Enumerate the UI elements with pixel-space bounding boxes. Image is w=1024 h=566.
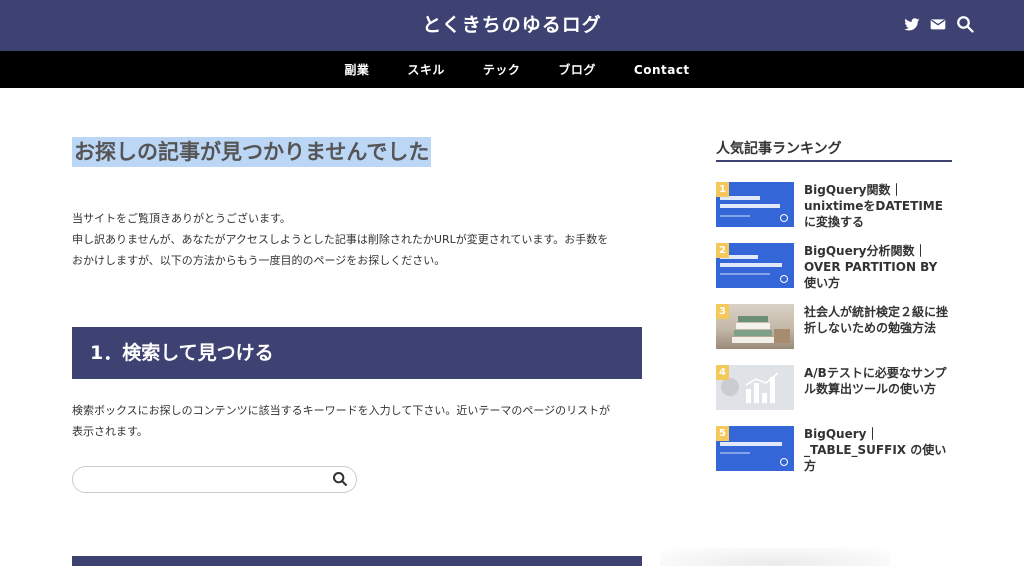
intro-text: 当サイトをご覧頂きありがとうございます。 申し訳ありませんが、あなたがアクセスし…: [72, 208, 644, 271]
main-nav: 副業 スキル テック ブログ Contact: [0, 51, 1024, 88]
nav-item-fukugyo[interactable]: 副業: [325, 61, 388, 78]
rank-badge: 4: [716, 365, 729, 380]
site-title[interactable]: とくきちのゆるログ: [0, 0, 1024, 51]
intro-line: 当サイトをご覧頂きありがとうございます。: [72, 212, 291, 225]
article-thumbnail[interactable]: 1: [716, 182, 794, 227]
page-title: お探しの記事が見つかりませんでした: [72, 137, 432, 167]
rank-badge: 2: [716, 243, 729, 258]
ranking-item-title[interactable]: BigQuery関数｜unixtimeをDATETIMEに変換する: [804, 182, 952, 230]
section-heading-search: 1．検索して見つける: [72, 327, 642, 379]
rank-badge: 3: [716, 304, 729, 319]
nav-item-contact[interactable]: Contact: [615, 63, 709, 77]
nav-item-blog[interactable]: ブログ: [539, 61, 615, 78]
search-box: [72, 466, 357, 493]
ranking-item[interactable]: 4 A/Bテストに必要なサンプル数算出ツールの使い方: [716, 365, 952, 415]
section-desc-line: 検索ボックスにお探しのコンテンツに該当するキーワードを入力して下さい。近いテーマ…: [72, 404, 611, 417]
rank-badge: 1: [716, 182, 729, 197]
intro-line: 申し訳ありませんが、あなたがアクセスしようとした記事は削除されたかURLが変更さ…: [72, 233, 609, 246]
ranking-item-title[interactable]: BigQuery分析関数｜OVER PARTITION BY 使い方: [804, 243, 952, 291]
article-thumbnail[interactable]: 2: [716, 243, 794, 288]
nav-item-skill[interactable]: スキル: [388, 61, 464, 78]
site-header: とくきちのゆるログ: [0, 0, 1024, 51]
article-thumbnail[interactable]: 3: [716, 304, 794, 349]
article-thumbnail[interactable]: 5: [716, 426, 794, 471]
ranking-item-title[interactable]: BigQuery｜_TABLE_SUFFIX の使い方: [804, 426, 952, 474]
intro-line: おかけしますが、以下の方法からもう一度目的のページをお探しください。: [72, 254, 446, 267]
ranking-title: 人気記事ランキング: [716, 138, 952, 162]
overlay-shadow: [660, 548, 890, 566]
section-description: 検索ボックスにお探しのコンテンツに該当するキーワードを入力して下さい。近いテーマ…: [72, 400, 644, 442]
search-icon[interactable]: [956, 15, 974, 35]
ranking-item-title[interactable]: A/Bテストに必要なサンプル数算出ツールの使い方: [804, 365, 952, 397]
nav-item-tech[interactable]: テック: [464, 61, 540, 78]
article-thumbnail[interactable]: 4: [716, 365, 794, 410]
ranking-item[interactable]: 5 BigQuery｜_TABLE_SUFFIX の使い方: [716, 426, 952, 476]
ranking-item-title[interactable]: 社会人が統計検定２級に挫折しないための勉強方法: [804, 304, 952, 336]
ranking-item[interactable]: 2 BigQuery分析関数｜OVER PARTITION BY 使い方: [716, 243, 952, 293]
search-submit-icon[interactable]: [332, 471, 350, 489]
section-desc-line: 表示されます。: [72, 425, 148, 438]
twitter-icon[interactable]: [904, 15, 922, 35]
rank-badge: 5: [716, 426, 729, 441]
mail-icon[interactable]: [930, 15, 948, 35]
ranking-item[interactable]: 3 社会人が統計検定２級に挫折しないための勉強方法: [716, 304, 952, 354]
ranking-item[interactable]: 1 BigQuery関数｜unixtimeをDATETIMEに変換する: [716, 182, 952, 232]
header-icons: [904, 15, 974, 35]
search-input[interactable]: [85, 470, 325, 489]
section-heading-next: [72, 556, 642, 566]
